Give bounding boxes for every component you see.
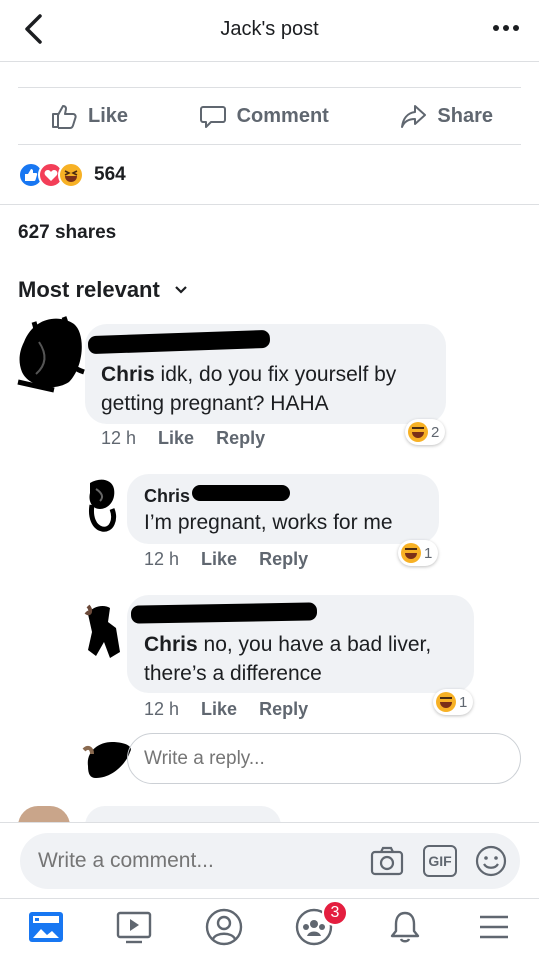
sort-label: Most relevant <box>18 277 160 302</box>
reply-like-button[interactable]: Like <box>201 699 237 720</box>
reply-time: 12 h <box>144 549 180 569</box>
reply-text: I’m pregnant, works for me <box>144 511 393 534</box>
avatar-scribbled[interactable] <box>14 312 92 394</box>
mention-link[interactable]: Chris <box>144 633 198 656</box>
reply-author[interactable]: Chris <box>144 482 190 511</box>
share-label: Share <box>437 104 493 127</box>
reply-time: 12 h <box>144 699 180 719</box>
bottom-nav: 3 <box>0 898 539 960</box>
reply-reaction-badge[interactable]: 1 <box>433 689 474 715</box>
chevron-down-icon <box>175 286 187 294</box>
redacted-name <box>130 602 318 624</box>
reaction-count: 564 <box>94 164 126 185</box>
camera-icon[interactable] <box>370 845 404 877</box>
like-label: Like <box>88 104 129 127</box>
app-header: Jack's post <box>0 0 539 62</box>
reply-meta: 12 h Like Reply <box>144 549 308 570</box>
notification-badge: 3 <box>322 900 348 926</box>
notifications-bell-icon[interactable] <box>385 907 425 947</box>
avatar-scribbled[interactable] <box>82 475 122 535</box>
mention-link[interactable]: Chris <box>101 363 155 386</box>
comment-composer-field[interactable]: GIF <box>20 833 520 889</box>
divider <box>0 204 539 205</box>
comment-time: 12 h <box>101 428 137 448</box>
reply-text: Chris no, you have a bad liver, there’s … <box>144 633 432 685</box>
profile-icon[interactable] <box>204 907 244 947</box>
haha-icon <box>401 543 421 563</box>
comment-like-button[interactable]: Like <box>158 428 194 449</box>
comment-button[interactable]: Comment <box>199 102 329 130</box>
comment-icon <box>199 106 226 128</box>
reply-reply-button[interactable]: Reply <box>259 549 308 570</box>
reply-reply-button[interactable]: Reply <box>259 699 308 720</box>
emoji-icon[interactable] <box>474 845 508 877</box>
menu-icon[interactable] <box>474 907 514 947</box>
haha-icon <box>436 692 456 712</box>
reply-reaction-badge[interactable]: 1 <box>398 540 439 566</box>
avatar-scribbled[interactable] <box>82 602 128 660</box>
reply-like-button[interactable]: Like <box>201 549 237 570</box>
comment-text: Chris idk, do you fix yourself by gettin… <box>101 363 397 415</box>
watch-video-icon[interactable] <box>114 907 154 947</box>
page-title: Jack's post <box>220 18 319 40</box>
reaction-summary[interactable]: 564 <box>18 158 126 192</box>
redacted-name <box>192 485 290 501</box>
comment-reaction-badge[interactable]: 2 <box>405 419 446 445</box>
groups-tab[interactable]: 3 <box>294 900 348 947</box>
haha-icon <box>408 422 428 442</box>
post-action-bar: Like Comment Share <box>18 87 521 145</box>
share-arrow-icon <box>401 105 427 128</box>
share-button[interactable]: Share <box>399 102 493 130</box>
haha-reaction-icon <box>58 162 84 188</box>
comment-input[interactable] <box>20 833 350 889</box>
thumbs-up-icon <box>52 105 77 129</box>
more-options-icon[interactable] <box>491 18 521 38</box>
comment-meta: 12 h Like Reply <box>101 428 265 449</box>
like-button[interactable]: Like <box>50 102 128 130</box>
reply-input[interactable] <box>128 734 520 783</box>
comment-composer: GIF <box>0 822 539 898</box>
comment-label: Comment <box>236 104 329 127</box>
news-feed-icon[interactable] <box>26 907 66 947</box>
reply-meta: 12 h Like Reply <box>144 699 308 720</box>
shares-count[interactable]: 627 shares <box>18 222 116 244</box>
comment-reply-button[interactable]: Reply <box>216 428 265 449</box>
gif-icon[interactable]: GIF <box>423 845 457 877</box>
sort-dropdown[interactable]: Most relevant <box>18 277 188 303</box>
reply-input-field[interactable] <box>127 733 521 784</box>
